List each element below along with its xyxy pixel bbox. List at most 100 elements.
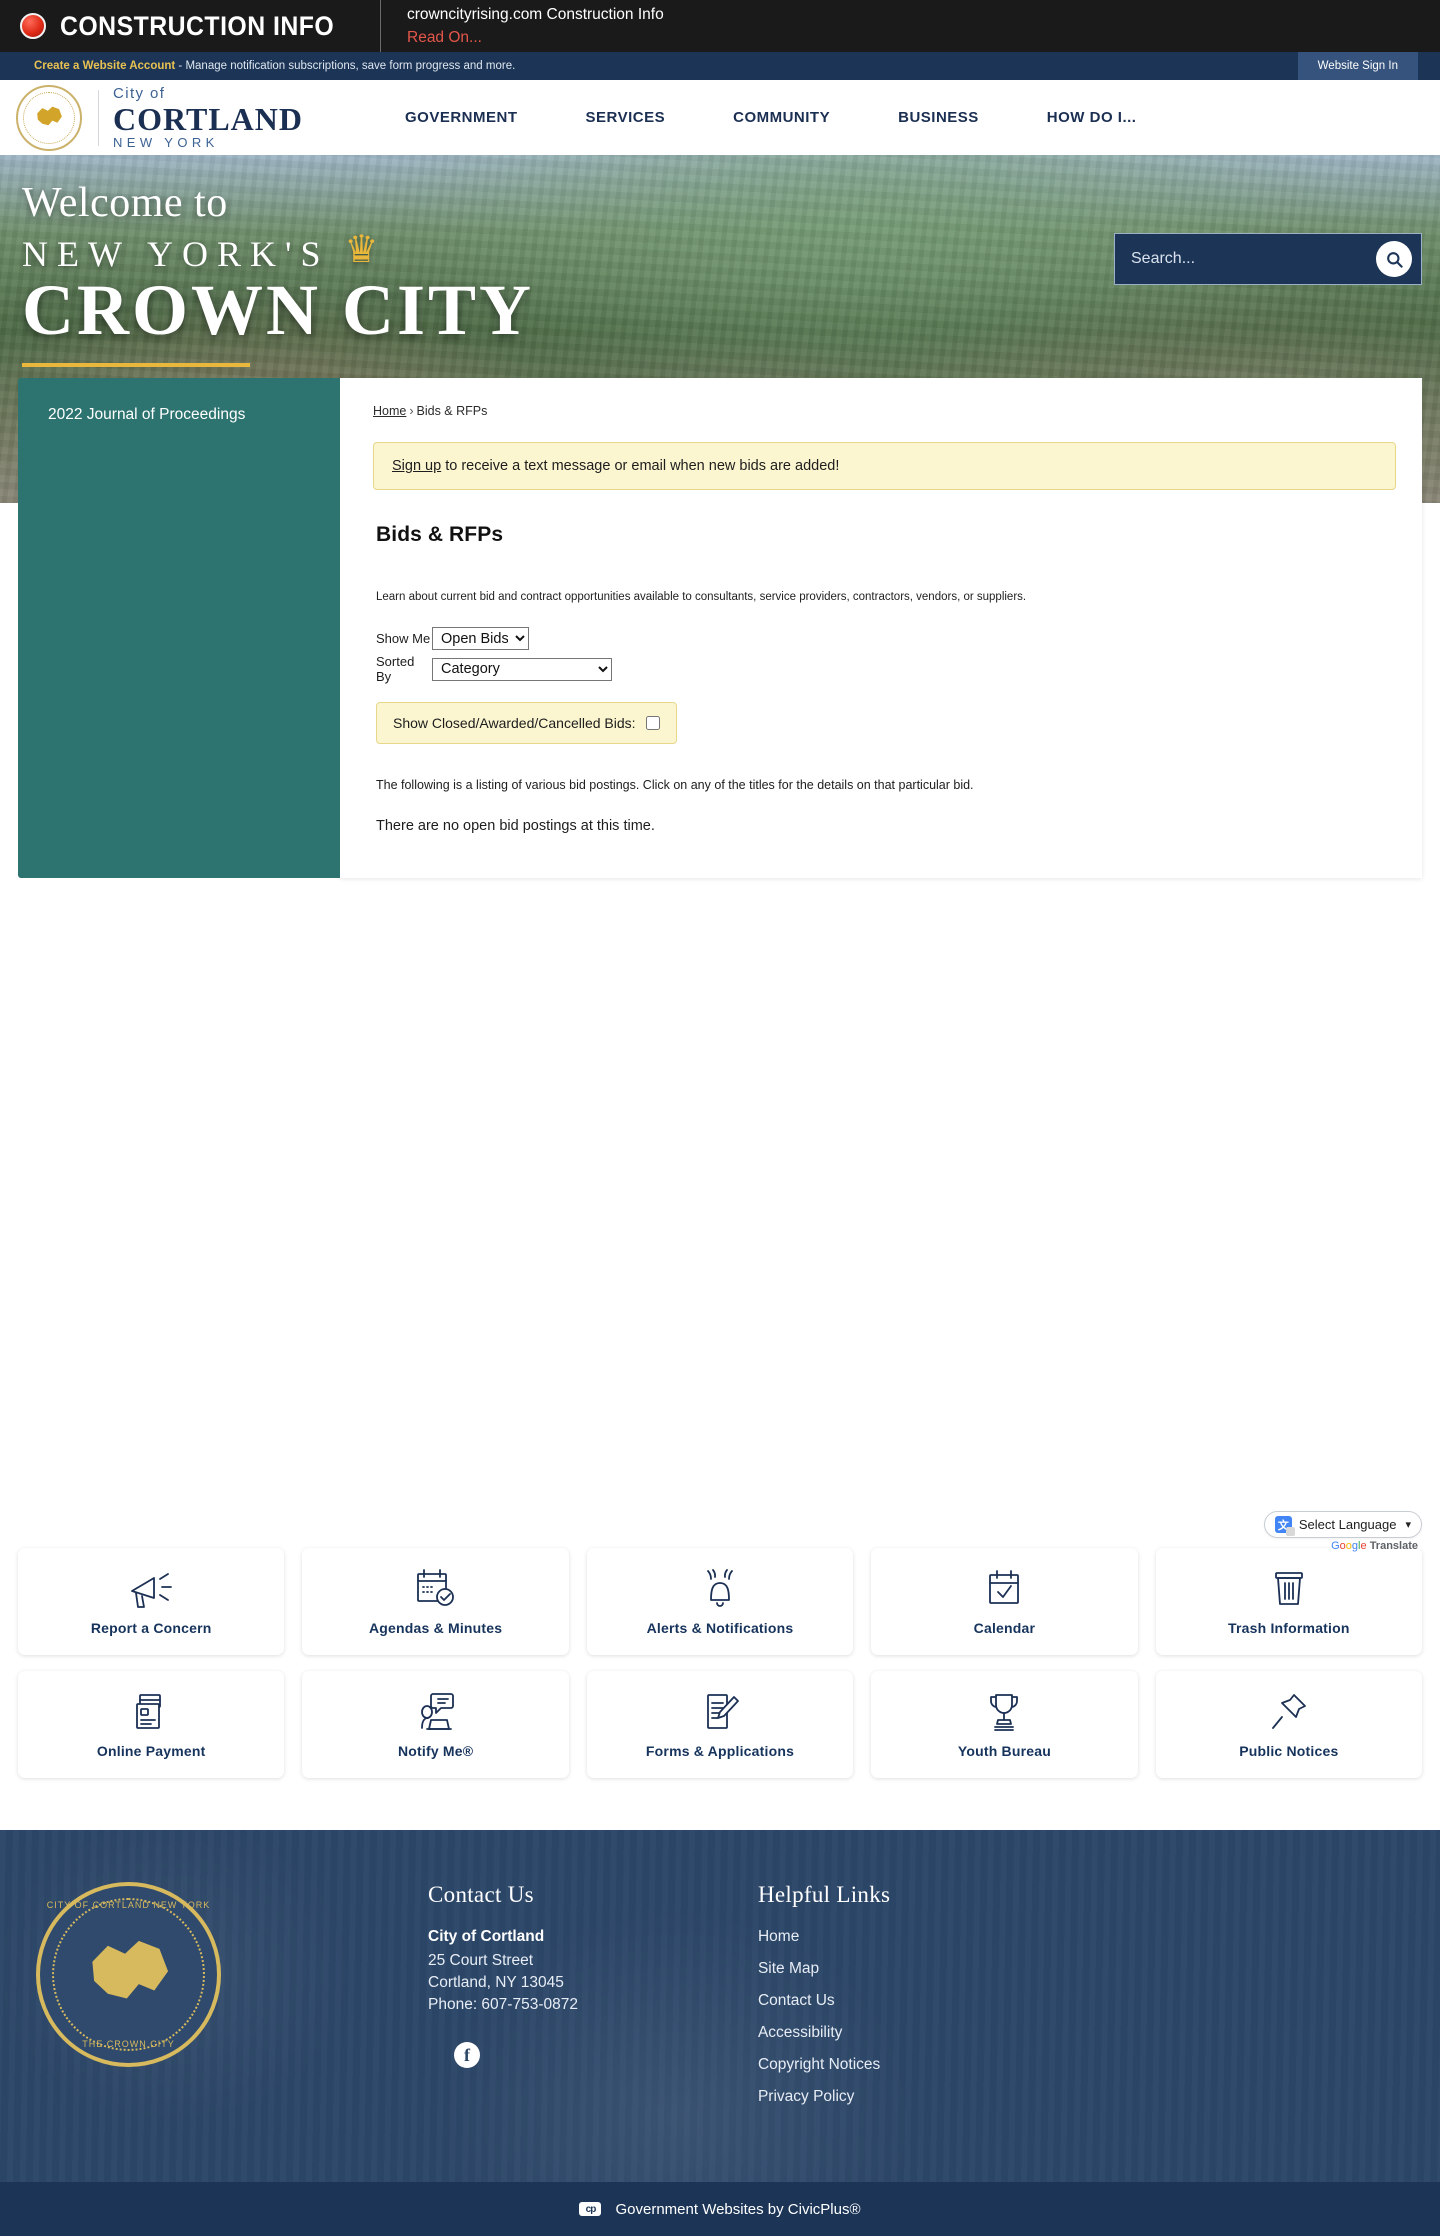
google-translate-icon: 文: [1274, 1516, 1295, 1536]
credit-card-icon: [136, 1694, 162, 1729]
footer-link-copyright-notices[interactable]: Copyright Notices: [758, 2056, 890, 2074]
website-sign-in-button[interactable]: Website Sign In: [1297, 52, 1418, 80]
seal-top-text: CITY OF CORTLAND NEW YORK: [46, 1900, 211, 1910]
sorted-by-label: Sorted By: [376, 654, 415, 684]
alert-dot-icon: [20, 13, 46, 39]
account-strip-suffix: - Manage notification subscriptions, sav…: [175, 60, 516, 72]
hero-crown-city: CROWN CITY: [22, 270, 535, 350]
footer-phone: Phone: 607-753-0872: [428, 1996, 578, 2013]
hero-nys: NEW YORK'S ♛: [22, 229, 378, 275]
tile-label: Youth Bureau: [957, 1743, 1051, 1759]
tile-public-notices[interactable]: Public Notices: [1155, 1671, 1423, 1778]
sidebar-item-journal-of-proceedings[interactable]: 2022 Journal of Proceedings: [48, 404, 320, 426]
footer-contact-heading: Contact Us: [428, 1882, 534, 1907]
show-me-label: Show Me: [376, 631, 431, 646]
page-title: Bids & RFPs: [376, 523, 504, 546]
breadcrumb-home[interactable]: Home: [373, 404, 406, 418]
main-content-card: Home › Bids & RFPs Sign up to receive a te…: [340, 378, 1422, 878]
sorted-by-select[interactable]: Category: [432, 657, 612, 681]
footer-org-name: City of Cortland: [428, 1928, 545, 1945]
tile-agendas-minutes[interactable]: Agendas & Minutes: [302, 1548, 569, 1655]
footer-link-home[interactable]: Home: [758, 1928, 890, 1946]
footer-links-column: Helpful Links Home Site Map Contact Us A…: [758, 1882, 890, 2120]
calendar-icon: [989, 1570, 1020, 1604]
content-band: 2022 Journal of Proceedings Home › Bids & …: [18, 378, 1422, 878]
show-me-row: Show Me Open Bids: [376, 627, 1396, 650]
tile-calendar[interactable]: Calendar: [871, 1548, 1138, 1655]
account-strip-text: Create a Website Account - Manage notifi…: [0, 60, 515, 72]
tile-label: Trash Information: [1228, 1620, 1350, 1636]
nav-item-business[interactable]: BUSINESS: [864, 109, 1013, 126]
megaphone-icon: [131, 1573, 173, 1608]
nav-item-how-do-i[interactable]: HOW DO I...: [1013, 109, 1171, 126]
site-footer: CITY OF CORTLAND NEW YORK THE CROWN CITY…: [0, 1830, 1440, 2182]
crown-icon: ♛: [344, 229, 388, 271]
hero-nys-text: NEW YORK'S: [22, 234, 330, 274]
nav-item-government[interactable]: GOVERNMENT: [371, 109, 552, 126]
show-me-select[interactable]: Open Bids: [432, 627, 529, 650]
site-logo[interactable]: City of CORTLAND NEW YORK: [0, 84, 303, 151]
tile-row-2: Online Payment Notify Me® Forms & Applic…: [18, 1671, 1423, 1778]
tile-online-payment[interactable]: Online Payment: [18, 1671, 285, 1778]
footer-link-site-map[interactable]: Site Map: [758, 1960, 890, 1978]
brand-state: NEW YORK: [113, 135, 219, 150]
sorted-by-row: Sorted By Category: [376, 654, 1396, 684]
footer-inner: CITY OF CORTLAND NEW YORK THE CROWN CITY…: [0, 1830, 1440, 2120]
select-language-button[interactable]: 文 Select Language ▾: [1263, 1511, 1422, 1538]
signup-link[interactable]: Sign up: [392, 458, 441, 474]
tile-youth-bureau[interactable]: Youth Bureau: [871, 1671, 1138, 1778]
show-closed-bids-label: Show Closed/Awarded/Cancelled Bids:: [393, 715, 636, 731]
bid-filters: Show Me Open Bids Sorted By Category: [376, 627, 1396, 684]
tile-label: Report a Concern: [90, 1620, 212, 1636]
civicplus-bar[interactable]: cp Government Websites by CivicPlus®: [0, 2182, 1440, 2236]
chevron-down-icon: ▾: [1405, 1519, 1411, 1531]
tile-label: Forms & Applications: [645, 1743, 795, 1759]
quick-link-tiles: Report a Concern Agendas & Minutes Alert…: [0, 1548, 1440, 1794]
construction-alert-bar: CONSTRUCTION INFO crowncityrising.com Co…: [0, 0, 1440, 52]
alert-title: CONSTRUCTION INFO: [60, 10, 335, 41]
brand-city-of: City of: [113, 85, 166, 102]
hero-welcome: Welcome to: [22, 180, 228, 226]
alert-message: crowncityrising.com Construction Info: [407, 5, 664, 23]
breadcrumb: Home › Bids & RFPs: [373, 404, 1396, 418]
footer-link-contact-us[interactable]: Contact Us: [758, 1992, 890, 2010]
search-input[interactable]: [1115, 250, 1376, 268]
brand-name: CORTLAND: [113, 101, 303, 137]
tile-trash-information[interactable]: Trash Information: [1155, 1548, 1423, 1655]
civicplus-text: Government Websites by CivicPlus®: [615, 2200, 861, 2218]
tile-report-a-concern[interactable]: Report a Concern: [18, 1548, 285, 1655]
nav-item-services[interactable]: SERVICES: [552, 109, 700, 126]
listing-note: The following is a listing of various bi…: [376, 778, 974, 792]
facebook-icon[interactable]: f: [454, 2042, 480, 2068]
footer-address-2: Cortland, NY 13045: [428, 1974, 564, 1991]
create-account-link[interactable]: Create a Website Account: [34, 60, 175, 72]
account-strip: Create a Website Account - Manage notifi…: [0, 52, 1440, 80]
civicplus-logo-icon: cp: [579, 2202, 602, 2216]
tile-alerts-notifications[interactable]: Alerts & Notifications: [586, 1548, 854, 1655]
nav-item-community[interactable]: COMMUNITY: [699, 109, 864, 126]
g-letter-6: e: [1360, 1540, 1367, 1552]
brand-text: City of CORTLAND NEW YORK: [113, 86, 303, 149]
left-sidebar: 2022 Journal of Proceedings: [18, 378, 340, 878]
alert-message-group: crowncityrising.com Construction Info Re…: [381, 4, 664, 49]
tile-notify-me[interactable]: Notify Me®: [302, 1671, 569, 1778]
trophy-icon: [990, 1694, 1019, 1731]
footer-link-privacy-policy[interactable]: Privacy Policy: [758, 2088, 890, 2106]
show-closed-bids-checkbox[interactable]: [645, 716, 660, 730]
hero-underline: [22, 362, 250, 367]
bell-icon: [707, 1569, 733, 1607]
calendar-check-icon: [416, 1569, 454, 1606]
form-pen-icon: [707, 1694, 739, 1729]
seal-bottom-text: THE CROWN CITY: [82, 2039, 175, 2049]
breadcrumb-separator: ›: [409, 404, 414, 418]
seal-ny-shape: [92, 1940, 169, 1999]
tile-forms-applications[interactable]: Forms & Applications: [586, 1671, 854, 1778]
search-button[interactable]: [1376, 241, 1412, 277]
footer-address-1: 25 Court Street: [428, 1952, 534, 1969]
search-icon: [1386, 251, 1403, 268]
alert-read-on-link[interactable]: Read On...: [407, 28, 664, 49]
footer-links-heading: Helpful Links: [757, 1882, 891, 1907]
main-navigation: City of CORTLAND NEW YORK GOVERNMENT SER…: [0, 80, 1440, 155]
footer-link-accessibility[interactable]: Accessibility: [758, 2024, 890, 2042]
person-laptop-icon: [420, 1693, 454, 1730]
